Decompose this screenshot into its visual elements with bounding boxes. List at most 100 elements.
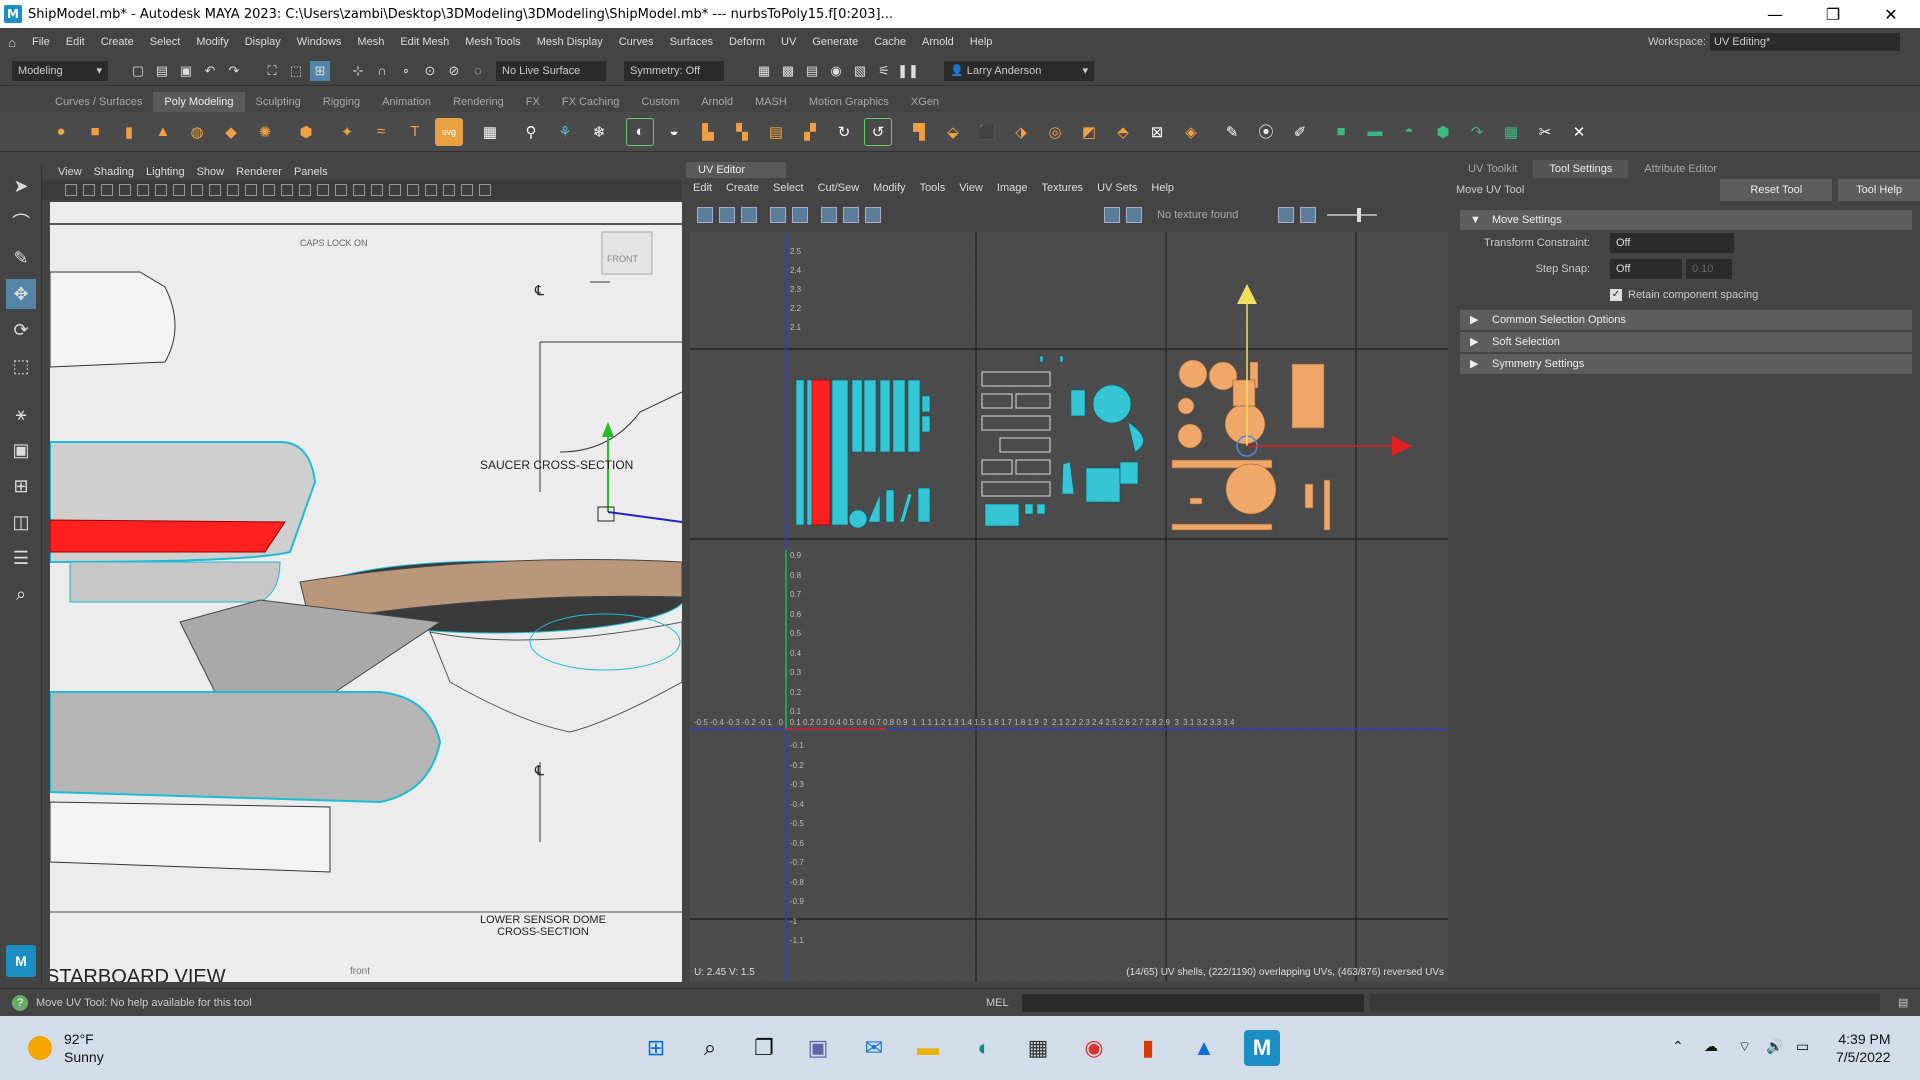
target-weld-icon[interactable]: ▜ (905, 118, 933, 146)
multi-cut-icon[interactable]: ◐ (626, 117, 654, 146)
platonic-solid-icon[interactable]: ⬢ (292, 118, 320, 146)
quad-draw-icon[interactable]: ⬛ (973, 118, 1001, 146)
single-perspective-icon[interactable]: ▣ (6, 435, 36, 465)
shelf-tab-rendering[interactable]: Rendering (442, 92, 515, 112)
mail-icon[interactable]: ✉ (856, 1030, 892, 1066)
shadows-icon[interactable] (353, 184, 365, 196)
retopo-icon[interactable]: ⬘ (1109, 118, 1137, 146)
uv-snapshot-icon[interactable] (865, 207, 881, 223)
append-icon[interactable]: ▤ (762, 118, 790, 146)
textured-icon[interactable] (317, 184, 329, 196)
close-button[interactable]: ✕ (1862, 0, 1920, 28)
move-settings-section[interactable]: ▼ Move Settings (1460, 210, 1912, 230)
reset-tool-button[interactable]: Reset Tool (1720, 179, 1833, 201)
uv-exposure-icon[interactable] (1278, 207, 1295, 223)
uv-layout-icon[interactable]: ▦ (1497, 118, 1525, 146)
chrome-icon[interactable]: ◉ (1076, 1030, 1112, 1066)
film-gate-icon[interactable] (155, 184, 167, 196)
minimize-button[interactable]: — (1746, 0, 1804, 28)
xray-icon[interactable] (443, 184, 455, 196)
onedrive-icon[interactable]: ☁ (1704, 1038, 1718, 1055)
uv-menu-textures[interactable]: Textures (1034, 182, 1090, 194)
triangulate-icon[interactable]: ◈ (1177, 118, 1205, 146)
shelf-tab-fx[interactable]: FX (515, 92, 551, 112)
tab-tool-settings[interactable]: Tool Settings (1533, 160, 1629, 178)
task-view-icon[interactable]: ❐ (746, 1030, 782, 1066)
last-tool-icon[interactable]: ⚹ (6, 399, 36, 429)
vp-menu-shading[interactable]: Shading (88, 166, 140, 178)
weather-sun-icon[interactable] (28, 1036, 52, 1060)
file-explorer-icon[interactable]: ▬ (910, 1030, 946, 1066)
lasso-tool-icon[interactable]: ⌒ (6, 207, 36, 237)
menu-cache[interactable]: Cache (866, 36, 914, 48)
uv-canvas[interactable]: 2.5 2.4 2.3 2.2 2.1 0.9 0.8 0.7 0.6 0.5 … (690, 232, 1448, 982)
shelf-tab-custom[interactable]: Custom (630, 92, 690, 112)
snap-surface-icon[interactable]: ⊘ (444, 61, 464, 81)
uv-sew-icon[interactable]: ✕ (1565, 118, 1593, 146)
vp-menu-view[interactable]: View (52, 166, 88, 178)
shelf-tab-arnold[interactable]: Arnold (690, 92, 744, 112)
uv-grid-display-icon[interactable] (770, 207, 786, 223)
edge-browser-icon[interactable]: ◐ (966, 1030, 1002, 1066)
render-view-icon[interactable]: ▦ (754, 61, 774, 81)
vp-menu-renderer[interactable]: Renderer (230, 166, 288, 178)
symmetry-select[interactable]: Symmetry: Off (624, 60, 724, 81)
uv-menu-tools[interactable]: Tools (913, 182, 953, 194)
move-tool-icon[interactable]: ✥ (6, 279, 36, 309)
gate-mask-icon[interactable] (191, 184, 203, 196)
pause-icon[interactable]: ❚❚ (897, 61, 919, 81)
uv-checker-icon[interactable] (741, 207, 757, 223)
poly-disc-icon[interactable]: ✺ (251, 118, 279, 146)
microsoft-store-icon[interactable]: ▦ (1020, 1030, 1056, 1066)
lights-icon[interactable] (335, 184, 347, 196)
poly-torus-icon[interactable]: ◍ (183, 118, 211, 146)
bookmark-icon[interactable] (101, 184, 113, 196)
super-shape-icon[interactable]: ✦ (333, 118, 361, 146)
uv-spherical-icon[interactable]: ◓ (1395, 118, 1423, 146)
type-tool-icon[interactable]: T (401, 118, 429, 146)
script-editor-icon[interactable]: ▤ (1898, 996, 1908, 1009)
anti-alias-icon[interactable] (407, 184, 419, 196)
tab-attribute-editor[interactable]: Attribute Editor (1628, 160, 1733, 178)
clock[interactable]: 4:39 PM 7/5/2022 (1836, 1030, 1891, 1066)
menu-deform[interactable]: Deform (721, 36, 773, 48)
four-view-icon[interactable]: ⊞ (6, 471, 36, 501)
render-setup-icon[interactable]: ⚟ (874, 61, 894, 81)
office-icon[interactable]: ▮ (1130, 1030, 1166, 1066)
safe-title-icon[interactable] (245, 184, 257, 196)
menu-uv[interactable]: UV (773, 36, 804, 48)
maya-taskbar-icon[interactable]: M (1244, 1030, 1280, 1066)
menu-generate[interactable]: Generate (804, 36, 866, 48)
workspace-select[interactable]: UV Editing* (1710, 33, 1900, 51)
uv-planar-icon[interactable]: ■ (1327, 118, 1355, 146)
shelf-tab-motion-graphics[interactable]: Motion Graphics (798, 92, 900, 112)
mode-select[interactable]: Modeling ▾ (12, 60, 108, 81)
safe-action-icon[interactable] (227, 184, 239, 196)
symmetry-settings-section[interactable]: ▶ Symmetry Settings (1460, 354, 1912, 374)
svg-tool-icon[interactable]: svg (435, 117, 463, 146)
menu-file[interactable]: File (24, 36, 58, 48)
motion-blur-icon[interactable] (389, 184, 401, 196)
render-settings-icon[interactable]: ◉ (826, 61, 846, 81)
uv-snapshot-grid-icon[interactable] (821, 207, 837, 223)
snap-live-icon[interactable]: ◌ (468, 61, 488, 81)
uv-pixel-snap-icon[interactable] (843, 207, 859, 223)
select-tool-icon[interactable]: ➤ (6, 171, 36, 201)
poly-cone-icon[interactable]: ▲ (149, 118, 177, 146)
undo-icon[interactable]: ↶ (200, 61, 220, 81)
uv-auto-icon[interactable]: ⬢ (1429, 118, 1457, 146)
volume-icon[interactable]: 🔊 (1766, 1038, 1783, 1055)
boolean-icon[interactable]: ◎ (1041, 118, 1069, 146)
poly-cylinder-icon[interactable]: ▮ (115, 118, 143, 146)
teams-chat-icon[interactable]: ▣ (800, 1030, 836, 1066)
menu-surfaces[interactable]: Surfaces (662, 36, 721, 48)
reduce-icon[interactable]: ◩ (1075, 118, 1103, 146)
uv-menu-select[interactable]: Select (766, 182, 811, 194)
field-chart-icon[interactable] (209, 184, 221, 196)
bevel-icon[interactable]: ▚ (728, 118, 756, 146)
menu-curves[interactable]: Curves (611, 36, 662, 48)
poly-plane-icon[interactable]: ◆ (217, 118, 245, 146)
ambient-occlusion-icon[interactable] (371, 184, 383, 196)
uv-menu-cut-sew[interactable]: Cut/Sew (811, 182, 867, 194)
shelf-tab-mash[interactable]: MASH (744, 92, 798, 112)
